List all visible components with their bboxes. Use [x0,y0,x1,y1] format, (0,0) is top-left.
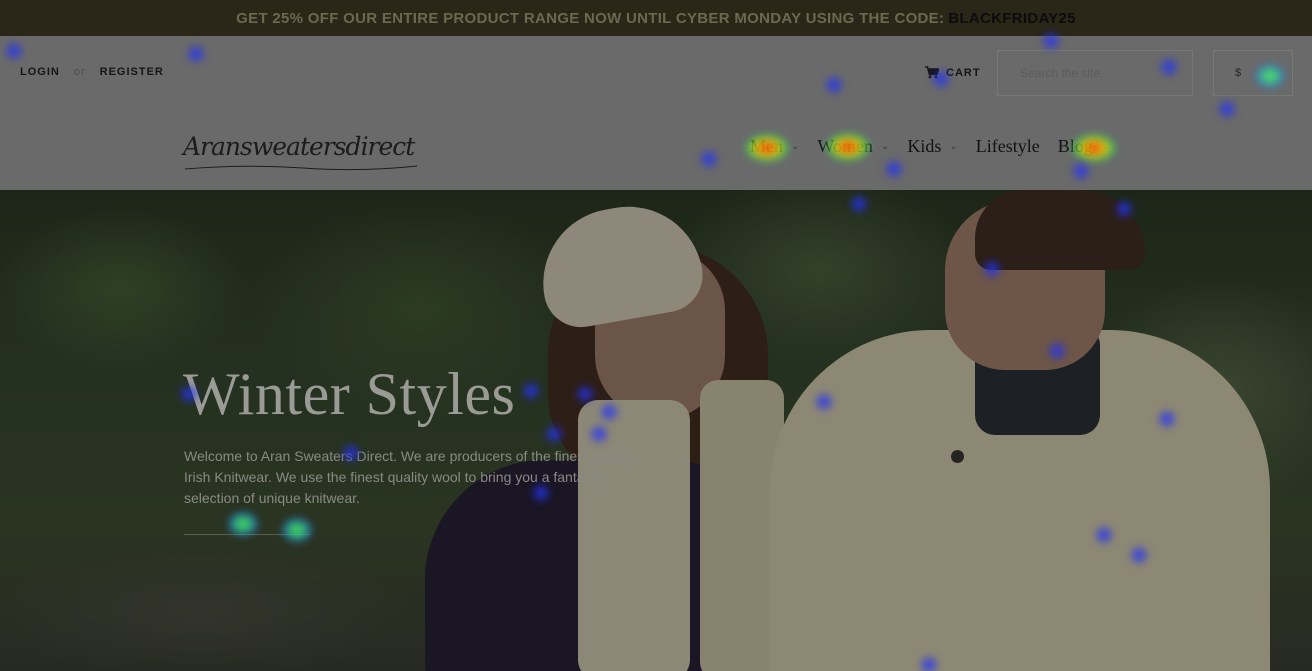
logo-swash [184,165,418,171]
chevron-down-icon: ⌄ [1100,141,1110,152]
promo-banner: GET 25% OFF OUR ENTIRE PRODUCT RANGE NOW… [0,0,1312,36]
cart-link[interactable]: CART [925,66,981,79]
nav-item-label: Women [817,136,873,156]
hero-description: Welcome to Aran Sweaters Direct. We are … [184,448,633,506]
chevron-down-icon: ⌄ [791,141,800,152]
nav-item-blog[interactable]: Blog ⌄ [1058,136,1109,157]
cart-label: CART [946,66,981,79]
login-link[interactable]: LOGIN [20,66,60,78]
nav-item-women[interactable]: Women ⌄ [817,136,889,157]
hero-banner: Winter Styles Welcome to Aran Sweaters D… [0,190,1312,671]
account-separator: or [73,66,86,78]
currency-selector[interactable]: $ [1213,50,1293,96]
cart-icon [925,66,939,79]
promo-text: GET 25% OFF OUR ENTIRE PRODUCT RANGE NOW… [236,9,945,27]
hero-cta-underline [184,534,310,535]
promo-code: BLACKFRIDAY25 [948,9,1076,27]
site-logo[interactable]: Aransweatersdirect [183,132,415,161]
nav-item-label: Men [750,136,783,156]
register-link[interactable]: REGISTER [100,66,164,78]
chevron-down-icon: ⌄ [949,141,958,152]
nav-item-label: Kids [907,136,942,156]
nav-item-label: Lifestyle [975,136,1040,156]
chevron-down-icon: ⌄ [880,141,890,152]
hero-cta-link[interactable] [184,510,310,536]
search-input[interactable] [997,50,1193,96]
currency-value: $ [1235,67,1242,79]
nav-item-label: Blog [1057,136,1093,156]
hero-title: Winter Styles [183,361,516,427]
site-header: LOGIN or REGISTER CART $ Aransweatersdir… [0,36,1312,190]
nav-item-kids[interactable]: Kids ⌄ [907,136,957,157]
account-links: LOGIN or REGISTER [20,66,164,78]
main-nav: Men ⌄ Women ⌄ Kids ⌄ Lifestyle Blog ⌄ [750,136,1127,157]
nav-item-lifestyle[interactable]: Lifestyle [976,136,1040,157]
nav-item-men[interactable]: Men ⌄ [750,136,799,157]
